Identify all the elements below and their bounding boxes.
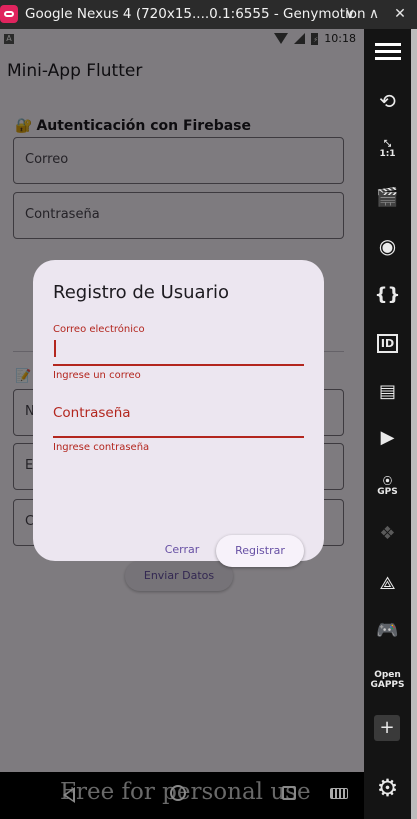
register-dialog: Registro de Usuario Correo electrónico I… [33, 260, 324, 567]
gamepad-icon[interactable]: 🎮 [364, 620, 411, 641]
scale-label: 1:1 [379, 149, 396, 159]
braces-icon[interactable]: {} [364, 284, 411, 305]
email-error-text: Ingrese un correo [53, 370, 141, 381]
watermark-text: Free for personal use [60, 779, 311, 805]
maximize-button[interactable]: ∧ [364, 4, 384, 24]
dialog-title: Registro de Usuario [53, 282, 230, 303]
window-edge [411, 29, 417, 819]
email-input-label: Correo electrónico [53, 324, 145, 335]
email-input-underline [53, 364, 304, 366]
gps-icon[interactable]: ⦿ GPS [364, 477, 411, 497]
menu-icon[interactable] [364, 39, 411, 64]
id-label: ID [376, 334, 399, 353]
genymotion-logo-icon [0, 5, 18, 23]
email-input[interactable] [54, 340, 56, 357]
rotate-icon[interactable]: ⟲ [364, 89, 411, 113]
fingerprint-icon: ❖ [379, 523, 396, 544]
gps-label: GPS [377, 487, 398, 497]
password-input-underline [53, 436, 304, 438]
fullscreen-icon[interactable]: ⤡ 1:1 [364, 139, 411, 159]
close-dialog-button[interactable]: Cerrar [159, 535, 205, 565]
3d-icon[interactable]: ⟁ [364, 573, 411, 594]
gear-icon[interactable]: ⚙ [364, 774, 411, 802]
keyboard-icon[interactable] [330, 788, 348, 799]
password-input[interactable]: Contraseña [53, 405, 131, 421]
genymotion-toolbar: ⟲ ⤡ 1:1 🎬 ◉ {} ID ▤ ▶ ⦿ GPS ❖ ⟁ 🎮 Open GAPP… [364, 29, 411, 819]
window-titlebar: Google Nexus 4 (720x15....0.1:6555 - Gen… [0, 0, 417, 29]
opengapps-label-1: Open [374, 670, 401, 680]
device-screen: A ⚡ 10:18 Mini-App Flutter 🔐Autenticació… [0, 29, 364, 819]
clapper-icon[interactable]: 🎬 [364, 187, 411, 208]
register-button[interactable]: Registrar [216, 535, 304, 567]
cast-icon[interactable]: ◉ [364, 234, 411, 258]
close-button[interactable]: ✕ [390, 4, 410, 24]
plus-icon[interactable]: + [374, 715, 400, 741]
window-title: Google Nexus 4 (720x15....0.1:6555 - Gen… [25, 6, 366, 22]
minimize-button[interactable]: ∨ [340, 4, 360, 24]
password-error-text: Ingrese contraseña [53, 442, 150, 453]
id-icon[interactable]: ID [364, 331, 411, 353]
opengapps-icon[interactable]: Open GAPPS [364, 670, 411, 690]
sd-card-icon[interactable]: ▤ [364, 381, 411, 402]
video-icon[interactable]: ▶ [364, 427, 411, 448]
genymotion-window: Google Nexus 4 (720x15....0.1:6555 - Gen… [0, 0, 417, 819]
opengapps-label-2: GAPPS [370, 680, 405, 690]
